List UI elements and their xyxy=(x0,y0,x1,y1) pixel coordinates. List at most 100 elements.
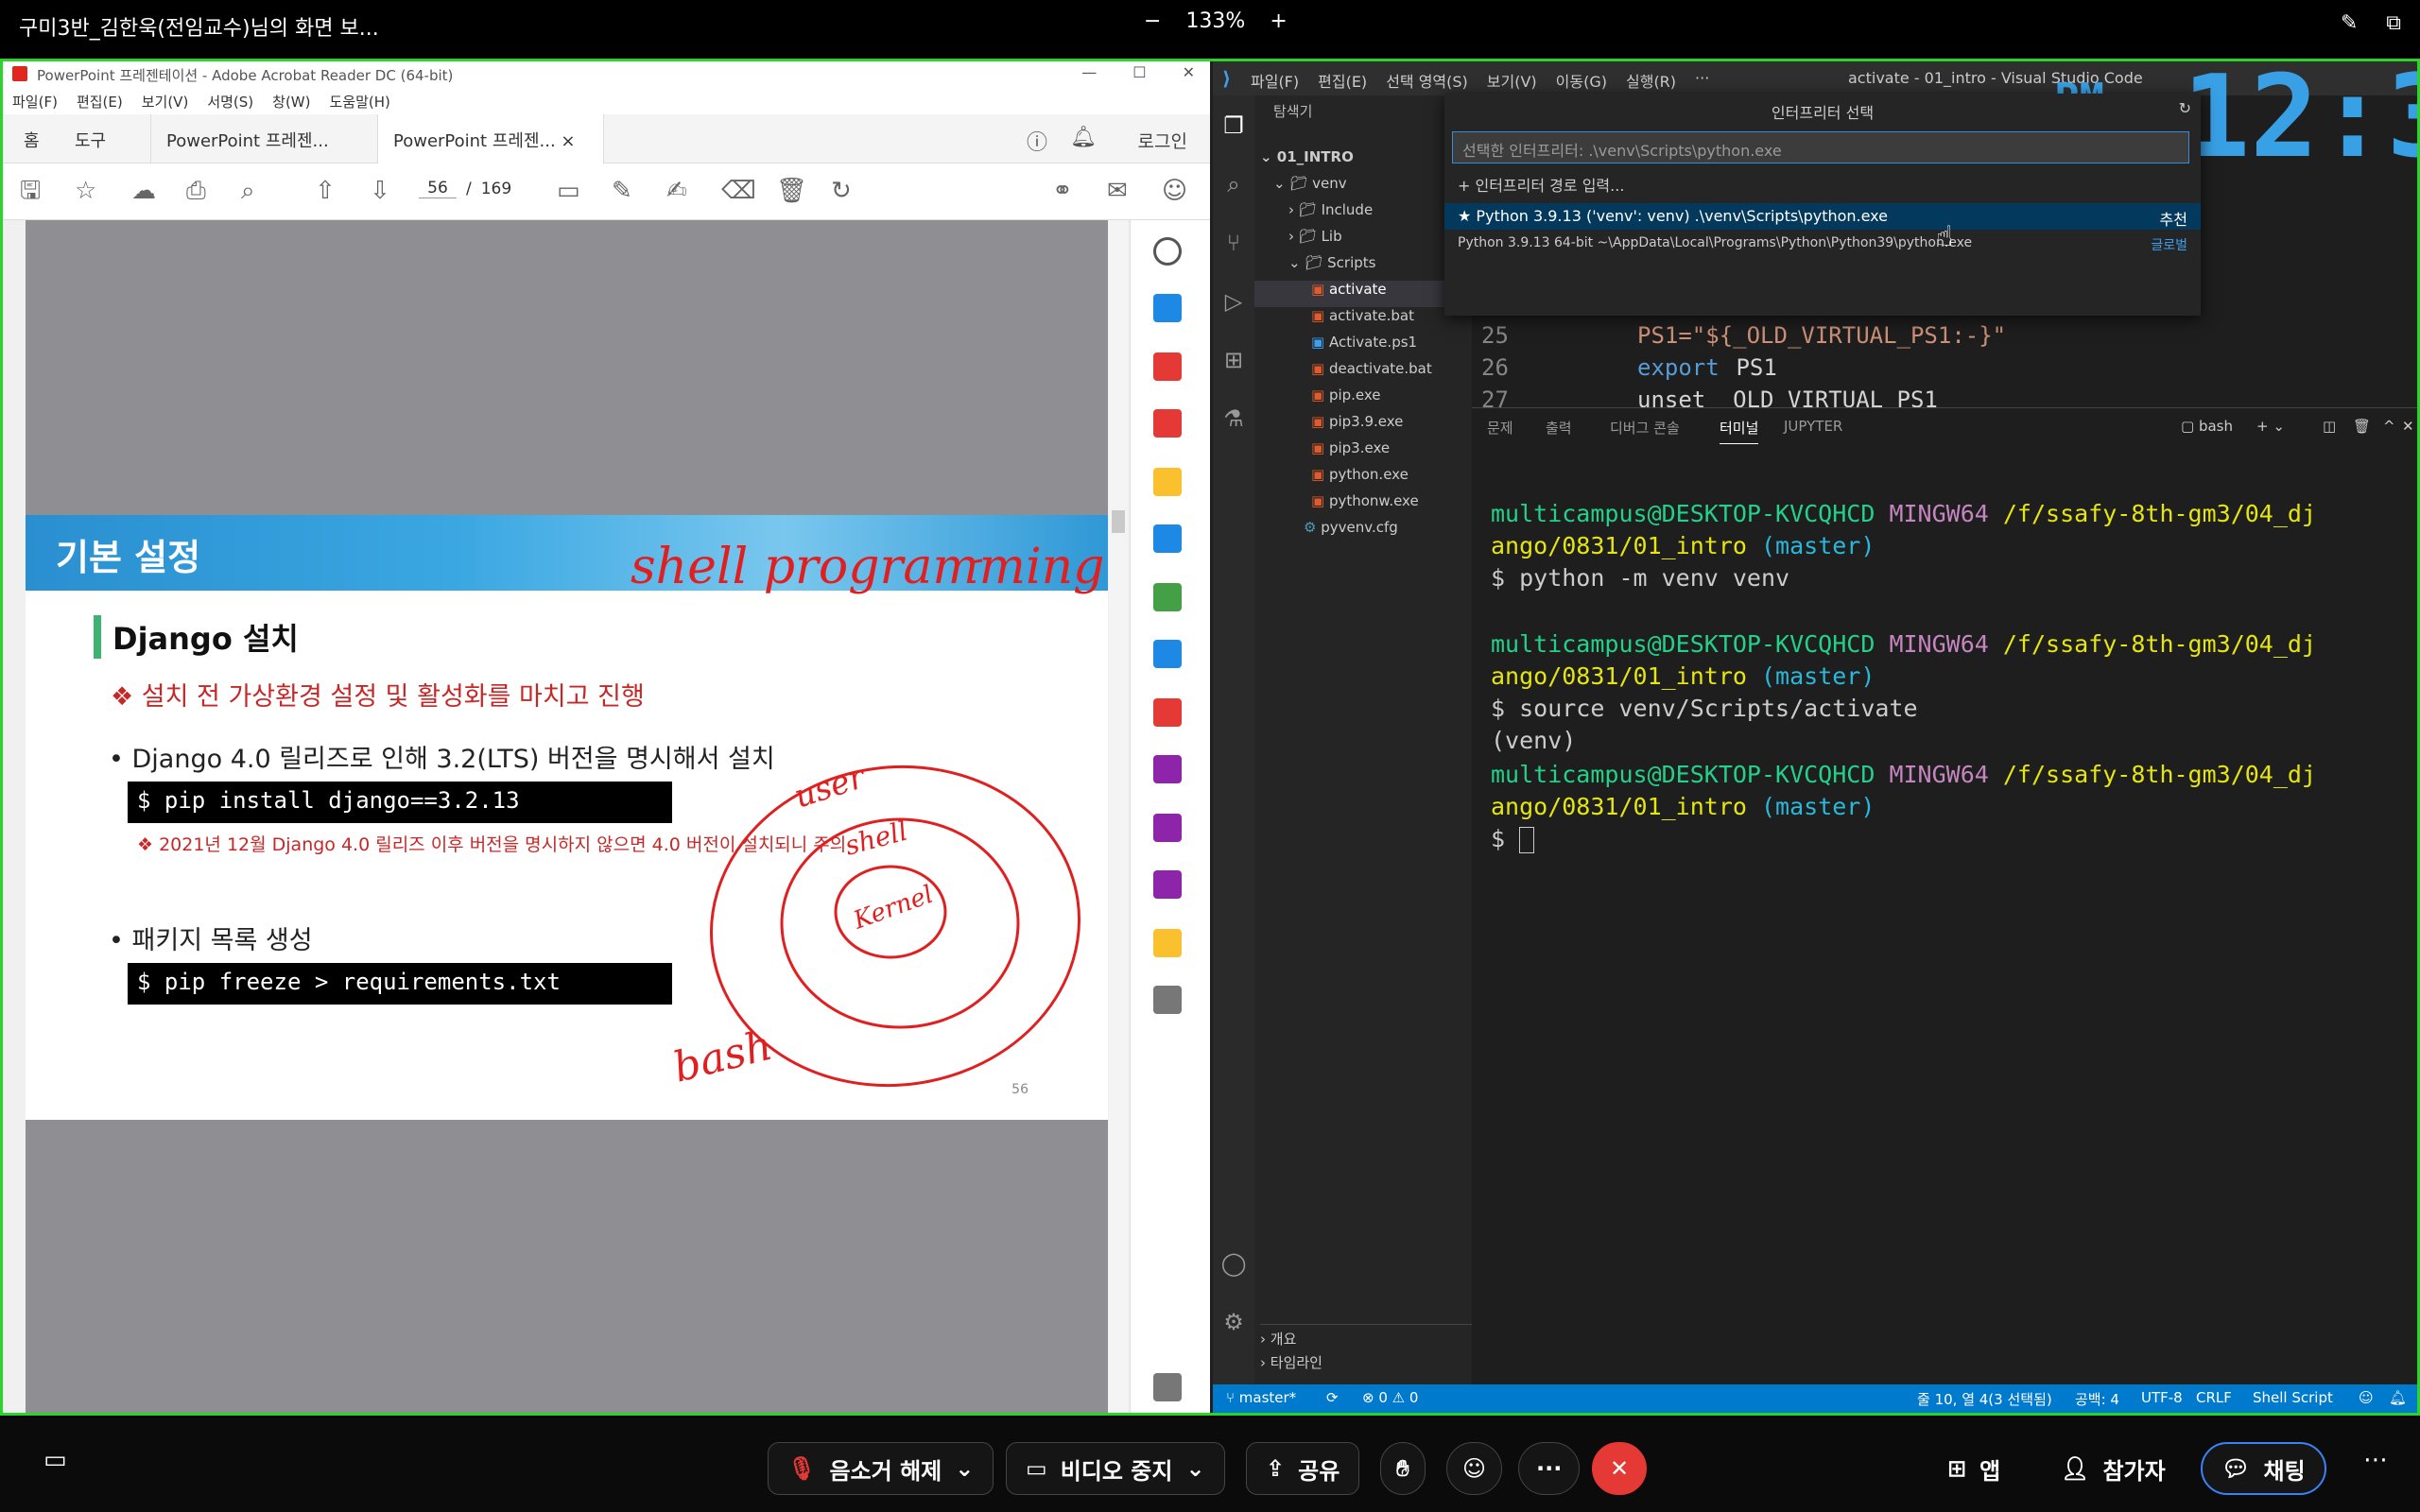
upload-icon[interactable]: ☁ xyxy=(131,179,156,203)
testing-icon[interactable]: ⚗ xyxy=(1220,405,1247,432)
timeline-section[interactable]: › 타임라인 xyxy=(1260,1352,1478,1379)
minimize-icon[interactable]: — xyxy=(1081,63,1097,81)
more-vertical-icon[interactable]: ⋯ xyxy=(2363,1446,2388,1474)
tree-file-cfg[interactable]: ⚙ pyvenv.cfg xyxy=(1254,519,1472,545)
prev-page-icon[interactable]: ⇧ xyxy=(315,179,336,203)
share-user-icon[interactable]: ☺ xyxy=(1162,179,1187,203)
tree-file[interactable]: ▣ pip3.exe xyxy=(1254,439,1472,466)
zoom-tool-icon[interactable] xyxy=(1153,237,1182,266)
organize-pages-icon[interactable] xyxy=(1153,352,1182,381)
erase-icon[interactable]: ⌫ xyxy=(721,179,756,203)
tree-file[interactable]: ▣ python.exe xyxy=(1254,466,1472,492)
captions-icon[interactable]: ▭ xyxy=(43,1446,67,1474)
share-button[interactable]: ⇪ 공유 xyxy=(1246,1442,1360,1495)
interpreter-option-venv[interactable]: ★ Python 3.9.13 ('venv': venv) .\venv\Sc… xyxy=(1444,203,2201,230)
new-terminal-icon[interactable]: + ⌄ xyxy=(2256,418,2285,435)
comment-icon[interactable]: ▭ xyxy=(557,179,580,203)
interpreter-option-global[interactable]: Python 3.9.13 64-bit ~\AppData\Local\Pro… xyxy=(1444,232,2201,258)
page-input[interactable]: 56 xyxy=(419,179,457,198)
encoding[interactable]: UTF-8 xyxy=(2141,1389,2183,1406)
run-debug-icon[interactable]: ▷ xyxy=(1220,288,1247,315)
mail-icon[interactable]: ✉ xyxy=(1107,179,1128,203)
tab-document-1[interactable]: PowerPoint 프레젠... xyxy=(150,114,377,163)
stop-video-button[interactable]: ▭ 비디오 중지 ⌄ xyxy=(1006,1442,1225,1495)
unmute-button[interactable]: 🎙︎ 음소거 해제 ⌄ xyxy=(768,1442,994,1495)
kill-terminal-icon[interactable]: 🗑︎ xyxy=(2353,418,2371,435)
chevron-down-icon[interactable]: ⌄ xyxy=(955,1455,974,1482)
menu-view[interactable]: 보기(V) xyxy=(142,92,189,111)
protect-icon[interactable] xyxy=(1153,755,1182,783)
indentation[interactable]: 공백: 4 xyxy=(2075,1389,2119,1409)
star-icon[interactable]: ☆ xyxy=(75,179,96,203)
vs-menu-run[interactable]: 실행(R) xyxy=(1626,69,1676,92)
delete-icon[interactable]: 🗑︎ xyxy=(776,179,807,203)
more-options-button[interactable]: ··· xyxy=(1518,1442,1581,1495)
zoom-out-icon[interactable]: ⌕ xyxy=(241,179,255,203)
tab-output[interactable]: 출력 xyxy=(1546,418,1572,438)
bell-icon[interactable]: 🔔︎ xyxy=(1070,126,1097,156)
apps-button[interactable]: ⊞ 앱 xyxy=(1928,1442,2019,1495)
tab-debug-console[interactable]: 디버그 콘솔 xyxy=(1610,418,1680,438)
participants-button[interactable]: 👤︎ 참가자 xyxy=(2042,1442,2185,1495)
combine-icon[interactable] xyxy=(1153,524,1182,553)
cursor-position[interactable]: 줄 10, 열 4(3 선택됨) xyxy=(1917,1389,2052,1409)
enter-interpreter-path[interactable]: + 인터프리터 경로 입력... xyxy=(1444,169,2201,196)
chat-button[interactable]: 💬︎ 채팅 xyxy=(2201,1442,2326,1495)
compress-icon[interactable] xyxy=(1153,583,1182,611)
link-icon[interactable]: ⚭ xyxy=(1052,179,1073,203)
raise-hand-button[interactable]: ✋︎ xyxy=(1380,1442,1426,1495)
sync-icon[interactable]: ⟳ xyxy=(1326,1389,1339,1406)
refresh-icon[interactable]: ↻ xyxy=(2179,99,2191,117)
zoom-out-button[interactable]: − xyxy=(1144,9,1161,33)
vs-menu-edit[interactable]: 편집(E) xyxy=(1318,69,1367,92)
menu-file[interactable]: 파일(F) xyxy=(12,92,58,111)
export-pdf-icon[interactable] xyxy=(1153,294,1182,322)
split-terminal-icon[interactable]: ◫ xyxy=(2323,418,2336,435)
outline-section[interactable]: › 개요 xyxy=(1260,1324,1478,1350)
next-page-icon[interactable]: ⇩ xyxy=(370,179,390,203)
create-pdf-icon[interactable] xyxy=(1153,409,1182,438)
vs-menu-file[interactable]: 파일(F) xyxy=(1251,69,1299,92)
tab-terminal[interactable]: 터미널 xyxy=(1720,418,1759,444)
search-icon[interactable]: ⌕ xyxy=(1220,171,1247,198)
notification-bell-icon[interactable]: 🔔︎ xyxy=(2389,1389,2407,1406)
tree-file[interactable]: ▣ Activate.ps1 xyxy=(1254,334,1472,360)
login-button[interactable]: 로그인 xyxy=(1138,128,1187,153)
terminal-select[interactable]: ▢ bash xyxy=(2181,418,2233,435)
tab-jupyter[interactable]: JUPYTER xyxy=(1784,418,1842,435)
menu-sign[interactable]: 서명(S) xyxy=(207,92,253,111)
feedback-icon[interactable]: ☺ xyxy=(2359,1389,2374,1406)
vs-menu-view[interactable]: 보기(V) xyxy=(1487,69,1537,92)
language-mode[interactable]: Shell Script xyxy=(2253,1389,2333,1406)
send-icon[interactable] xyxy=(1153,929,1182,957)
close-panel-icon[interactable]: ✕ xyxy=(2402,418,2414,435)
print-icon[interactable]: ⎙ xyxy=(186,179,206,203)
tree-file[interactable]: ▣ pip.exe xyxy=(1254,387,1472,413)
draw-icon[interactable]: ✍ xyxy=(666,179,687,203)
picker-input[interactable]: 선택한 인터프리터: .\venv\Scripts\python.exe xyxy=(1452,131,2189,163)
account-icon[interactable]: ◯ xyxy=(1220,1250,1247,1277)
tab-home[interactable]: 홈 xyxy=(9,114,55,163)
menu-window[interactable]: 창(W) xyxy=(272,92,310,111)
close-icon[interactable]: ✕ xyxy=(1183,63,1195,81)
tab-close-icon[interactable]: × xyxy=(561,131,575,151)
reactions-button[interactable]: ☺ xyxy=(1446,1442,1503,1495)
tree-file[interactable]: ▣ activate.bat xyxy=(1254,307,1472,334)
comment-tool-icon[interactable] xyxy=(1153,468,1182,496)
maximize-panel-icon[interactable]: ^ xyxy=(2383,418,2395,435)
fill-sign-icon[interactable] xyxy=(1153,698,1182,727)
help-icon[interactable]: ⓘ xyxy=(1027,126,1047,156)
tab-tools[interactable]: 도구 xyxy=(60,114,121,163)
problems-indicator[interactable]: ⊗ 0 ⚠ 0 xyxy=(1362,1389,1418,1406)
leave-meeting-button[interactable]: ✕ xyxy=(1592,1442,1648,1495)
terminal[interactable]: multicampus@DESKTOP-KVCQHCD MINGW64 /f/s… xyxy=(1472,445,2417,1384)
tree-file[interactable]: ▣ pythonw.exe xyxy=(1254,492,1472,519)
menu-help[interactable]: 도움말(H) xyxy=(329,92,389,111)
menu-edit[interactable]: 편집(E) xyxy=(77,92,123,111)
scrollbar-thumb[interactable] xyxy=(1112,510,1125,533)
source-control-icon[interactable]: ⑂ xyxy=(1220,230,1247,256)
redact-icon[interactable] xyxy=(1153,814,1182,842)
tab-problems[interactable]: 문제 xyxy=(1487,418,1513,438)
annotate-icon[interactable]: ✎ xyxy=(2341,11,2358,35)
zoom-in-button[interactable]: + xyxy=(1270,9,1287,33)
